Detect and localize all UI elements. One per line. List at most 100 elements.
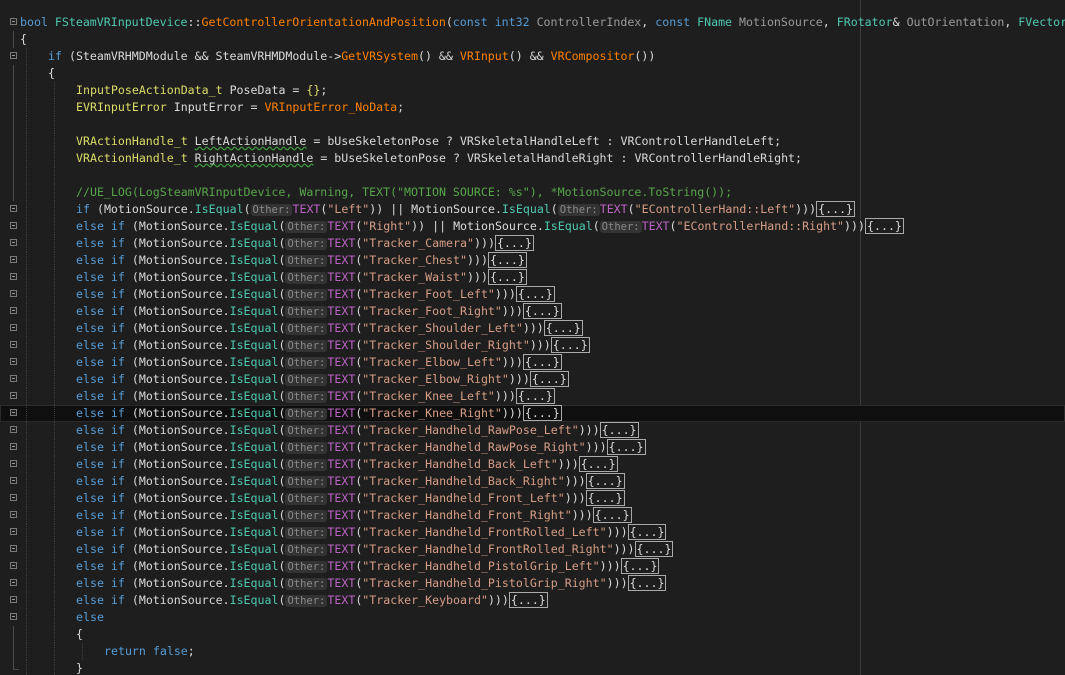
expand-region-icon[interactable] [10, 273, 17, 280]
collapsed-block-marker[interactable]: {...} [515, 286, 555, 302]
code-line[interactable]: } [0, 660, 1065, 675]
expand-region-icon[interactable] [10, 222, 17, 229]
code-line[interactable]: else if (MotionSource.IsEqual(Other: TEXT… [0, 303, 1065, 320]
code-line[interactable]: else if (MotionSource.IsEqual(Other: TEXT… [0, 490, 1065, 507]
collapsed-block-marker[interactable]: {...} [487, 269, 527, 285]
collapsed-block-marker[interactable]: {...} [515, 388, 555, 404]
collapsed-block-marker[interactable]: {...} [606, 439, 646, 455]
expand-region-icon[interactable] [10, 375, 17, 382]
code-line[interactable]: else if (MotionSource.IsEqual(Other: TEXT… [0, 252, 1065, 269]
code-line[interactable]: else if (MotionSource.IsEqual(Other: TEXT… [0, 354, 1065, 371]
code-line[interactable]: else if (MotionSource.IsEqual(Other: TEXT… [0, 592, 1065, 609]
expand-region-icon[interactable] [10, 239, 17, 246]
code-line[interactable]: //UE_LOG(LogSteamVRInputDevice, Warning,… [0, 184, 1065, 201]
expand-region-icon[interactable] [10, 528, 17, 535]
current-code-line[interactable]: else if (MotionSource.IsEqual(Other: TEXT… [0, 405, 1065, 422]
expand-region-icon[interactable] [10, 205, 17, 212]
expand-region-icon[interactable] [10, 545, 17, 552]
code-line[interactable]: return false; [0, 643, 1065, 660]
code-line[interactable]: VRActionHandle_t RightActionHandle = bUs… [0, 150, 1065, 167]
collapsed-block-marker[interactable]: {...} [522, 405, 562, 421]
keyword-token: else if [76, 440, 125, 454]
code-line[interactable]: else if (MotionSource.IsEqual(Other: TEXT… [0, 218, 1065, 235]
collapsed-block-marker[interactable]: {...} [543, 320, 583, 336]
expand-region-icon[interactable] [10, 358, 17, 365]
collapsed-block-marker[interactable]: {...} [816, 201, 856, 217]
code-line[interactable]: else if (MotionSource.IsEqual(Other: TEXT… [0, 286, 1065, 303]
expand-region-icon[interactable] [10, 443, 17, 450]
punctuation-token: . [222, 355, 230, 369]
code-line[interactable]: else if (MotionSource.IsEqual(Other: TEXT… [0, 507, 1065, 524]
punctuation-token: . [222, 525, 230, 539]
punctuation-token: ( [124, 457, 139, 471]
code-line[interactable]: else if (MotionSource.IsEqual(Other: TEXT… [0, 456, 1065, 473]
expand-region-icon[interactable] [10, 290, 17, 297]
code-line[interactable]: else if (MotionSource.IsEqual(Other: TEXT… [0, 235, 1065, 252]
code-line[interactable]: else if (MotionSource.IsEqual(Other: TEXT… [0, 422, 1065, 439]
expand-region-icon[interactable] [10, 494, 17, 501]
code-line[interactable]: else if (MotionSource.IsEqual(Other: TEXT… [0, 269, 1065, 286]
code-line[interactable]: InputPoseActionData_t PoseData = {}; [0, 82, 1065, 99]
expand-region-icon[interactable] [10, 324, 17, 331]
code-line[interactable]: else if (MotionSource.IsEqual(Other: TEXT… [0, 337, 1065, 354]
collapsed-block-marker[interactable]: {...} [585, 490, 625, 506]
collapsed-block-marker[interactable]: {...} [634, 541, 674, 557]
collapsed-block-marker[interactable]: {...} [620, 558, 660, 574]
collapsed-block-marker[interactable]: {...} [522, 303, 562, 319]
identifier-token: MotionSource [103, 202, 188, 216]
collapsed-block-marker[interactable]: {...} [599, 422, 639, 438]
code-line[interactable] [0, 167, 1065, 184]
expand-region-icon[interactable] [10, 596, 17, 603]
collapse-region-icon[interactable] [10, 18, 17, 25]
fold-guide-line [13, 99, 14, 116]
expand-region-icon[interactable] [10, 426, 17, 433]
code-line[interactable]: { [0, 65, 1065, 82]
code-line[interactable]: VRActionHandle_t LeftActionHandle = bUse… [0, 133, 1065, 150]
expand-region-icon[interactable] [10, 511, 17, 518]
code-line[interactable]: else if (MotionSource.IsEqual(Other: TEXT… [0, 541, 1065, 558]
code-line[interactable]: else if (MotionSource.IsEqual(Other: TEXT… [0, 439, 1065, 456]
code-line[interactable]: else if (MotionSource.IsEqual(Other: TEXT… [0, 388, 1065, 405]
expand-region-icon[interactable] [10, 341, 17, 348]
code-line[interactable]: else if (MotionSource.IsEqual(Other: TEXT… [0, 371, 1065, 388]
expand-region-icon[interactable] [10, 460, 17, 467]
collapsed-block-marker[interactable]: {...} [508, 592, 548, 608]
code-line[interactable]: bool FSteamVRInputDevice::GetControllerO… [0, 14, 1065, 31]
code-line[interactable]: else if (MotionSource.IsEqual(Other: TEXT… [0, 320, 1065, 337]
collapsed-block-marker[interactable]: {...} [865, 218, 904, 234]
expand-region-icon[interactable] [10, 562, 17, 569]
code-lines[interactable]: bool FSteamVRInputDevice::GetControllerO… [0, 14, 1065, 675]
expand-region-icon[interactable] [10, 256, 17, 263]
code-line[interactable]: else if (MotionSource.IsEqual(Other: TEXT… [0, 524, 1065, 541]
punctuation-token: ( [124, 525, 139, 539]
expand-region-icon[interactable] [10, 409, 17, 416]
code-editor[interactable]: bool FSteamVRInputDevice::GetControllerO… [0, 0, 1065, 675]
expand-region-icon[interactable] [10, 307, 17, 314]
collapsed-block-marker[interactable]: {...} [550, 337, 590, 353]
punctuation-token: ; [774, 134, 782, 148]
collapse-region-icon[interactable] [10, 52, 17, 59]
code-line[interactable]: else if (MotionSource.IsEqual(Other: TEXT… [0, 558, 1065, 575]
collapsed-block-marker[interactable]: {...} [529, 371, 569, 387]
collapsed-block-marker[interactable]: {...} [522, 354, 562, 370]
collapsed-block-marker[interactable]: {...} [592, 507, 632, 523]
expand-region-icon[interactable] [10, 477, 17, 484]
code-line[interactable]: { [0, 31, 1065, 48]
code-line[interactable]: else if (MotionSource.IsEqual(Other: TEXT… [0, 575, 1065, 592]
code-line[interactable] [0, 116, 1065, 133]
code-line[interactable]: EVRInputError InputError = VRInputError_… [0, 99, 1065, 116]
collapsed-block-marker[interactable]: {...} [487, 252, 527, 268]
code-line[interactable]: { [0, 626, 1065, 643]
collapsed-block-marker[interactable]: {...} [494, 235, 534, 251]
collapse-region-icon[interactable] [10, 613, 17, 620]
code-line[interactable]: else if (MotionSource.IsEqual(Other: TEXT… [0, 473, 1065, 490]
expand-region-icon[interactable] [10, 392, 17, 399]
code-line[interactable]: if (MotionSource.IsEqual(Other: TEXT("Lef… [0, 201, 1065, 218]
collapsed-block-marker[interactable]: {...} [627, 575, 667, 591]
collapsed-block-marker[interactable]: {...} [627, 524, 667, 540]
code-line[interactable]: else [0, 609, 1065, 626]
collapsed-block-marker[interactable]: {...} [585, 473, 625, 489]
collapsed-block-marker[interactable]: {...} [578, 456, 618, 472]
expand-region-icon[interactable] [10, 579, 17, 586]
code-line[interactable]: if (SteamVRHMDModule && SteamVRHMDModule… [0, 48, 1065, 65]
